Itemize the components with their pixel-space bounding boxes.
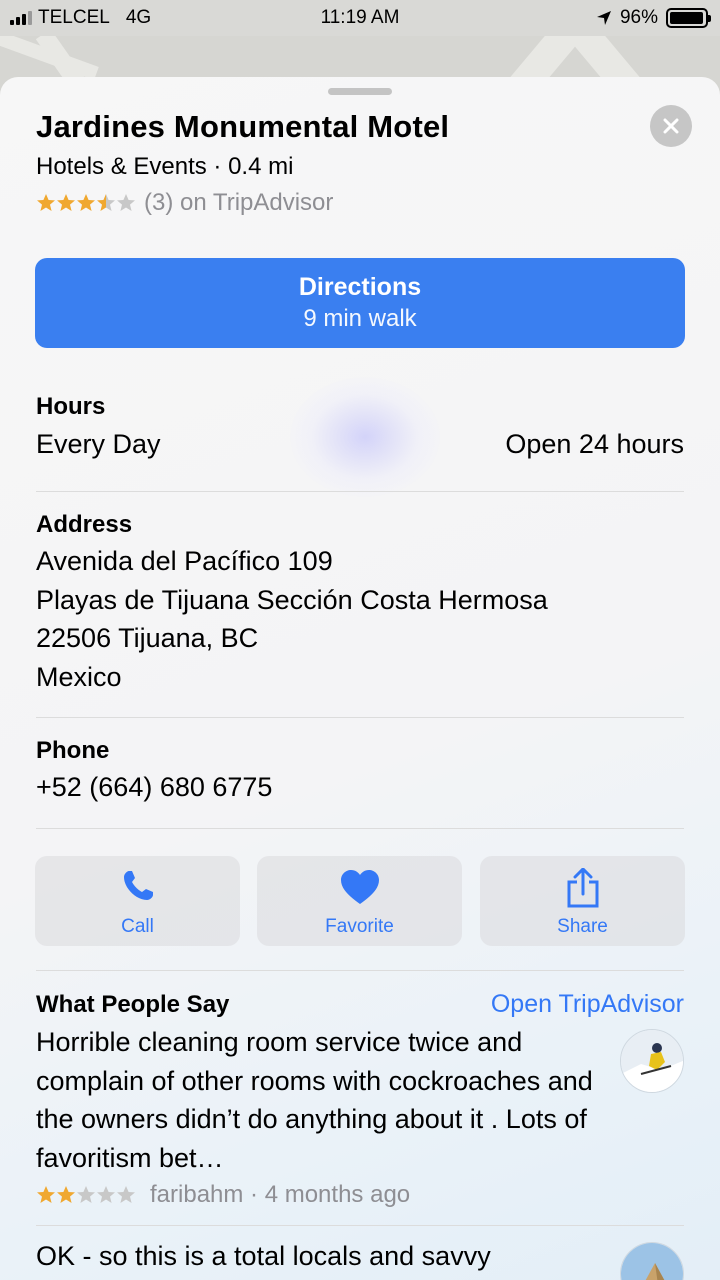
star-icon xyxy=(37,1186,55,1203)
favorite-button[interactable]: Favorite xyxy=(257,856,462,946)
open-tripadvisor-link[interactable]: Open TripAdvisor xyxy=(491,990,684,1019)
close-icon xyxy=(663,118,679,134)
review-author-time: faribahm · 4 months ago xyxy=(150,1181,411,1208)
address-value[interactable]: Avenida del Pacífico 109 Playas de Tijua… xyxy=(36,542,548,696)
divider xyxy=(36,491,684,492)
share-button[interactable]: Share xyxy=(480,856,685,946)
address-line: Mexico xyxy=(36,661,122,692)
review-stars xyxy=(36,1185,136,1205)
share-icon xyxy=(567,868,598,908)
star-icon xyxy=(37,194,55,211)
hours-label: Hours xyxy=(36,393,106,420)
phone-value[interactable]: +52 (664) 680 6775 xyxy=(36,768,272,807)
star-icon xyxy=(57,194,75,211)
directions-label: Directions xyxy=(298,273,422,301)
reviewer-avatar xyxy=(620,1029,684,1093)
directions-detail: 9 min walk xyxy=(303,305,417,332)
phone-label: Phone xyxy=(36,737,110,764)
call-label: Call xyxy=(121,916,154,937)
touch-highlight xyxy=(290,377,440,497)
reviewer-avatar xyxy=(620,1242,684,1280)
call-button[interactable]: Call xyxy=(35,856,240,946)
address-line: 22506 Tijuana, BC xyxy=(36,623,259,653)
review-text[interactable]: Horrible cleaning room service twice and… xyxy=(36,1023,596,1177)
star-icon xyxy=(97,1186,115,1203)
place-name: Jardines Monumental Motel xyxy=(36,109,450,144)
star-icon xyxy=(97,194,115,211)
phone-icon xyxy=(123,871,153,900)
status-right: 96% xyxy=(596,7,711,29)
battery-icon xyxy=(666,8,711,28)
divider xyxy=(36,1225,684,1226)
place-category-distance: Hotels & Events · 0.4 mi xyxy=(36,153,294,180)
place-rating[interactable]: (3) on TripAdvisor xyxy=(36,189,333,217)
star-icon xyxy=(57,1186,75,1203)
address-line: Avenida del Pacífico 109 xyxy=(36,546,333,576)
reviews-heading: What People Say xyxy=(36,991,230,1018)
directions-button[interactable]: Directions 9 min walk xyxy=(35,258,685,348)
divider xyxy=(36,717,684,718)
star-icon xyxy=(117,1186,135,1203)
favorite-label: Favorite xyxy=(325,916,394,937)
star-icon xyxy=(117,194,135,211)
heart-icon xyxy=(340,870,379,904)
review-text[interactable]: OK - so this is a total locals and savvy xyxy=(36,1237,596,1276)
review-meta: faribahm · 4 months ago xyxy=(36,1181,410,1209)
address-line: Playas de Tijuana Sección Costa Hermosa xyxy=(36,584,548,615)
address-label: Address xyxy=(36,511,133,538)
rating-count: (3) on TripAdvisor xyxy=(144,189,334,216)
place-card: Jardines Monumental Motel Hotels & Event… xyxy=(0,77,720,1280)
hours-days: Every Day xyxy=(36,429,161,459)
location-arrow-icon xyxy=(596,11,611,25)
divider xyxy=(36,970,684,971)
close-button[interactable] xyxy=(650,105,692,147)
star-icon xyxy=(77,194,95,211)
rating-stars xyxy=(36,193,136,213)
battery-percent: 96% xyxy=(619,7,658,28)
hours-value: Open 24 hours xyxy=(505,429,684,459)
star-icon xyxy=(77,1186,95,1203)
status-bar: TELCEL 4G 11:19 AM 96% xyxy=(0,0,720,36)
share-label: Share xyxy=(557,916,608,937)
sheet-grabber[interactable] xyxy=(328,88,392,95)
divider xyxy=(36,828,684,829)
